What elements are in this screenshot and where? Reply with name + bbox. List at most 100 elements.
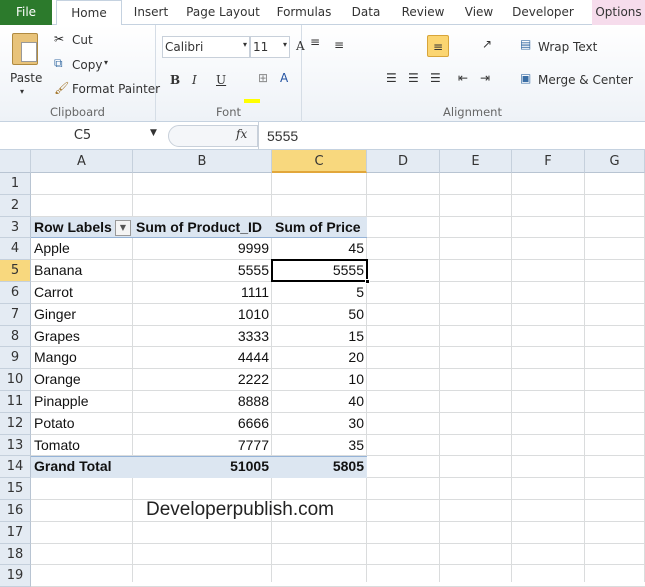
product-id-cell[interactable]: 8888: [133, 391, 272, 413]
row-header[interactable]: 2: [0, 194, 31, 217]
product-id-cell[interactable]: 4444: [133, 347, 272, 369]
price-cell[interactable]: 40: [272, 391, 367, 413]
row-label-cell[interactable]: Carrot: [31, 282, 133, 304]
cut-button[interactable]: Cut: [72, 33, 93, 47]
price-cell[interactable]: 15: [272, 326, 367, 348]
paste-icon[interactable]: [12, 33, 38, 65]
row-header[interactable]: 18: [0, 543, 31, 566]
filter-dropdown-icon[interactable]: ▼: [115, 219, 131, 236]
price-cell[interactable]: 20: [272, 347, 367, 369]
column-header-E[interactable]: E: [440, 150, 512, 173]
tab-view[interactable]: View: [458, 0, 500, 25]
bold-button[interactable]: B: [170, 73, 180, 87]
pivot-header-sum-product-id[interactable]: Sum of Product_ID: [133, 217, 272, 239]
product-id-cell[interactable]: 9999: [133, 238, 272, 260]
row-header[interactable]: 4: [0, 238, 31, 261]
column-header-G[interactable]: G: [585, 150, 645, 173]
decrease-indent-icon[interactable]: ⇤: [458, 71, 468, 85]
row-header[interactable]: 10: [0, 369, 31, 391]
name-box[interactable]: C5: [0, 125, 165, 147]
align-middle-icon[interactable]: ≡: [334, 38, 344, 52]
insert-function-button[interactable]: fx: [236, 127, 247, 141]
row-header[interactable]: 15: [0, 478, 31, 500]
row-header[interactable]: 17: [0, 521, 31, 544]
tab-file[interactable]: File: [0, 0, 52, 25]
row-header[interactable]: 8: [0, 325, 31, 348]
tab-page-layout[interactable]: Page Layout: [182, 0, 264, 25]
row-header[interactable]: 19: [0, 565, 31, 587]
font-name-select[interactable]: Calibri ▾: [162, 36, 250, 58]
tab-data[interactable]: Data: [344, 0, 388, 25]
row-header[interactable]: 1: [0, 173, 31, 195]
column-header-A[interactable]: A: [31, 150, 133, 173]
fill-handle[interactable]: [365, 278, 370, 284]
row-header[interactable]: 3: [0, 216, 31, 239]
row-label-cell[interactable]: Banana: [31, 260, 133, 282]
product-id-cell[interactable]: 3333: [133, 326, 272, 348]
tab-formulas[interactable]: Formulas: [272, 0, 336, 25]
align-bottom-icon[interactable]: ≡: [427, 35, 449, 57]
merge-center-button[interactable]: Merge & Center: [538, 73, 633, 87]
row-label-cell[interactable]: Mango: [31, 347, 133, 369]
select-all-button[interactable]: [0, 150, 31, 173]
price-cell[interactable]: 45: [272, 238, 367, 260]
pivot-header-sum-price[interactable]: Sum of Price: [272, 217, 367, 239]
paste-button[interactable]: Paste: [10, 71, 42, 85]
tab-home[interactable]: Home: [56, 0, 122, 26]
product-id-cell[interactable]: 5555: [133, 260, 272, 282]
row-label-cell[interactable]: Apple: [31, 238, 133, 260]
row-label-cell[interactable]: Grapes: [31, 326, 133, 348]
borders-icon[interactable]: ⊞: [258, 71, 268, 85]
copy-button[interactable]: Copy: [72, 58, 102, 72]
product-id-cell[interactable]: 2222: [133, 369, 272, 391]
tab-review[interactable]: Review: [396, 0, 450, 25]
font-size-select[interactable]: 11 ▾: [250, 36, 290, 58]
row-header[interactable]: 11: [0, 391, 31, 413]
row-header[interactable]: 12: [0, 412, 31, 435]
formula-input[interactable]: 5555: [258, 122, 645, 150]
row-header[interactable]: 6: [0, 282, 31, 304]
row-header[interactable]: 14: [0, 456, 31, 479]
wrap-text-button[interactable]: Wrap Text: [538, 40, 597, 54]
copy-dropdown-icon[interactable]: ▾: [104, 58, 108, 67]
paste-dropdown-icon[interactable]: ▾: [20, 87, 24, 96]
row-label-cell[interactable]: Potato: [31, 413, 133, 435]
align-top-icon[interactable]: ≡: [310, 35, 320, 49]
row-label-cell[interactable]: Orange: [31, 369, 133, 391]
column-header-C[interactable]: C: [272, 150, 367, 173]
row-label-cell[interactable]: Tomato: [31, 435, 133, 457]
row-header[interactable]: 5: [0, 260, 31, 282]
tab-options[interactable]: Options: [592, 0, 645, 25]
row-header[interactable]: 13: [0, 434, 31, 457]
product-id-cell[interactable]: 7777: [133, 435, 272, 457]
product-id-cell[interactable]: 6666: [133, 413, 272, 435]
row-label-cell[interactable]: Pinapple: [31, 391, 133, 413]
price-cell[interactable]: 50: [272, 304, 367, 326]
tab-insert[interactable]: Insert: [128, 0, 174, 25]
grand-total-price[interactable]: 5805: [272, 456, 367, 478]
font-color-button[interactable]: A: [280, 71, 288, 85]
format-painter-button[interactable]: Format Painter: [72, 82, 160, 96]
row-header[interactable]: 7: [0, 303, 31, 326]
increase-indent-icon[interactable]: ⇥: [480, 71, 490, 85]
italic-button[interactable]: I: [192, 73, 197, 87]
column-header-D[interactable]: D: [367, 150, 440, 173]
grand-total-product-id[interactable]: 51005: [133, 456, 272, 478]
grand-total-label[interactable]: Grand Total: [31, 456, 133, 478]
product-id-cell[interactable]: 1010: [133, 304, 272, 326]
product-id-cell[interactable]: 1111: [133, 282, 272, 304]
orientation-icon[interactable]: ↗: [482, 37, 492, 51]
tab-developer[interactable]: Developer: [508, 0, 578, 25]
align-center-icon[interactable]: ☰: [408, 71, 419, 85]
price-cell[interactable]: 10: [272, 369, 367, 391]
name-box-dropdown-icon[interactable]: ▼: [150, 128, 157, 138]
align-right-icon[interactable]: ☰: [430, 71, 441, 85]
row-header[interactable]: 9: [0, 347, 31, 370]
price-cell[interactable]: 30: [272, 413, 367, 435]
row-header[interactable]: 16: [0, 500, 31, 522]
align-left-icon[interactable]: ☰: [386, 71, 397, 85]
column-header-F[interactable]: F: [512, 150, 585, 173]
row-label-cell[interactable]: Ginger: [31, 304, 133, 326]
underline-button[interactable]: U: [216, 73, 226, 87]
price-cell[interactable]: 5: [272, 282, 367, 304]
